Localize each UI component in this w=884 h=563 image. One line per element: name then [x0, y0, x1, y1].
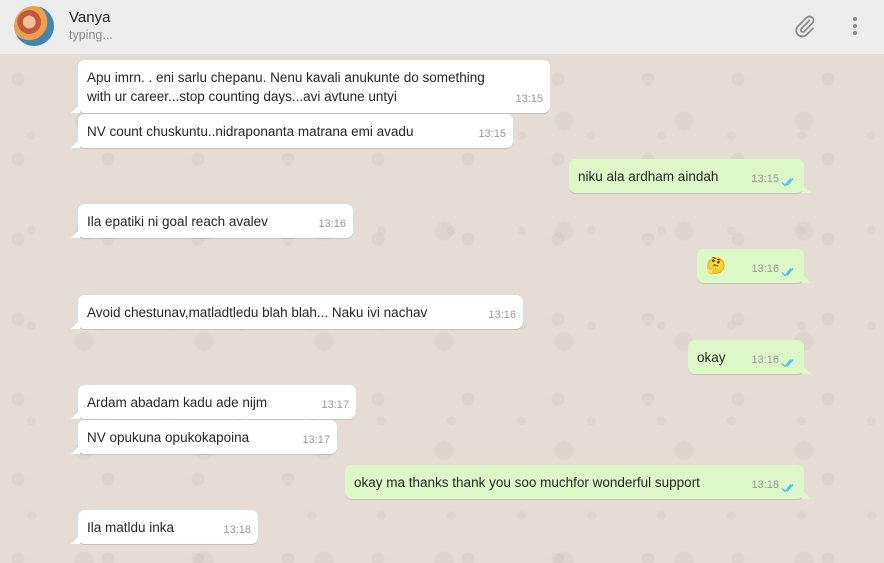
- message-outgoing[interactable]: niku ala ardham aindah 13:15: [569, 159, 811, 193]
- message-text: 🤔: [706, 258, 726, 275]
- message-text: Apu imrn. . eni sarlu chepanu. Nenu kava…: [87, 70, 485, 85]
- message-outgoing[interactable]: okay ma thanks thank you soo muchfor won…: [345, 465, 811, 499]
- avatar[interactable]: [14, 6, 54, 46]
- message-incoming[interactable]: Ardam abadam kadu ade nijm 13:17: [71, 385, 356, 419]
- message-incoming[interactable]: Ila epatiki ni goal reach avalev 13:16: [71, 204, 353, 238]
- message-time: 13:16: [751, 354, 779, 366]
- message-text: Ila epatiki ni goal reach avalev: [87, 214, 268, 229]
- contact-name[interactable]: Vanya: [69, 9, 110, 26]
- message-time: 13:17: [321, 399, 349, 411]
- message-text: okay ma thanks thank you soo muchfor won…: [354, 475, 700, 490]
- message-incoming[interactable]: Apu imrn. . eni sarlu chepanu. Nenu kava…: [71, 60, 550, 113]
- message-time: 13:16: [488, 309, 516, 321]
- message-incoming[interactable]: NV count chuskuntu..nidraponanta matrana…: [71, 114, 513, 148]
- paperclip-icon[interactable]: [793, 14, 817, 38]
- message-outgoing[interactable]: 🤔 13:16: [697, 249, 811, 283]
- message-incoming[interactable]: NV opukuna opukokapoina 13:17: [71, 420, 337, 454]
- message-incoming[interactable]: Avoid chestunav,matladtledu blah blah...…: [71, 295, 523, 329]
- message-time: 13:18: [223, 524, 251, 536]
- chat-header: Vanya typing...: [0, 0, 884, 55]
- message-incoming[interactable]: Ila matldu inka 13:18: [71, 510, 258, 544]
- message-text: Ila matldu inka: [87, 520, 175, 535]
- message-time: 13:15: [751, 173, 779, 185]
- double-check-icon: [781, 359, 794, 368]
- typing-status: typing...: [69, 28, 113, 42]
- message-text: niku ala ardham aindah: [578, 169, 719, 184]
- more-vertical-icon[interactable]: [843, 14, 867, 38]
- message-time: 13:15: [478, 128, 506, 140]
- message-text: Ardam abadam kadu ade nijm: [87, 395, 268, 410]
- message-time: 13:17: [302, 434, 330, 446]
- double-check-icon: [781, 268, 794, 277]
- chat-area[interactable]: Apu imrn. . eni sarlu chepanu. Nenu kava…: [0, 55, 884, 563]
- message-text: with ur career...stop counting days...av…: [87, 89, 397, 104]
- message-text: NV count chuskuntu..nidraponanta matrana…: [87, 124, 414, 139]
- message-time: 13:16: [318, 218, 346, 230]
- message-time: 13:18: [751, 479, 779, 491]
- message-time: 13:15: [515, 93, 543, 105]
- double-check-icon: [781, 178, 794, 187]
- message-text: okay: [697, 350, 726, 365]
- message-time: 13:16: [751, 263, 779, 275]
- double-check-icon: [781, 484, 794, 493]
- message-text: Avoid chestunav,matladtledu blah blah...…: [87, 305, 428, 320]
- message-text: NV opukuna opukokapoina: [87, 430, 250, 445]
- message-outgoing[interactable]: okay 13:16: [688, 340, 811, 374]
